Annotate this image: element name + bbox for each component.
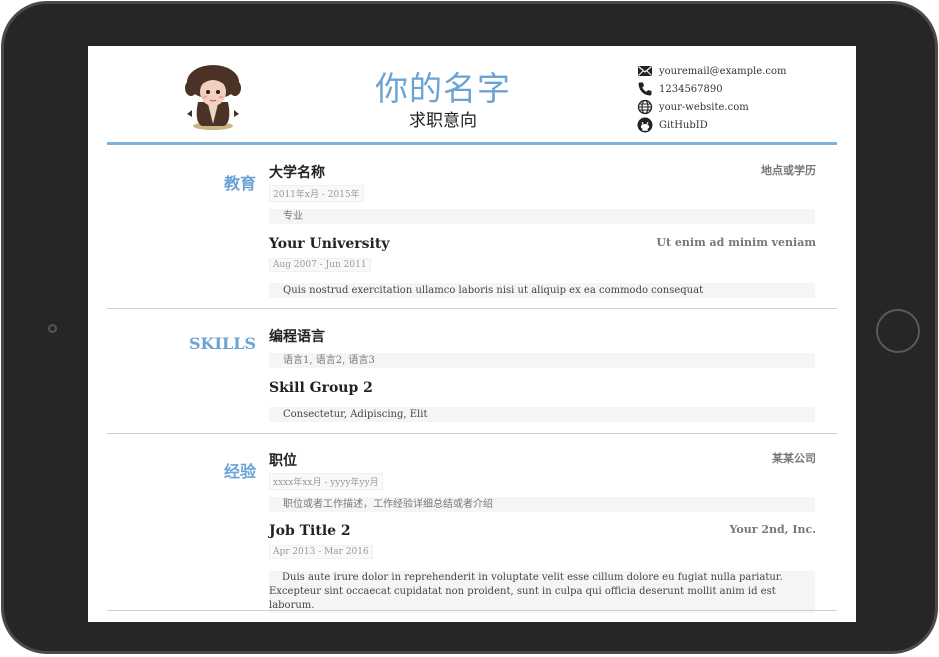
education-entry-date: Aug 2007 - Jun 2011 — [269, 258, 371, 272]
education-entry-title: 大学名称 — [269, 165, 325, 181]
skills-entry-title: 编程语言 — [269, 329, 325, 345]
envelope-icon — [638, 66, 652, 76]
education-entry-desc: Quis nostrud exercitation ullamco labori… — [269, 283, 815, 298]
contact-email-text: youremail@example.com — [659, 65, 787, 77]
job-objective: 求职意向 — [409, 111, 477, 131]
contact-phone-text: 1234567890 — [659, 83, 723, 95]
phone-icon — [638, 82, 652, 96]
contact-list: youremail@example.com 1234567890 your-we… — [637, 62, 786, 134]
section-divider — [107, 308, 837, 309]
skills-entry-desc: Consectetur, Adipiscing, Elit — [269, 407, 815, 422]
contact-website[interactable]: your-website.com — [637, 98, 786, 116]
header-divider — [107, 142, 837, 145]
experience-entry-desc: 职位或者工作描述，工作经验详细总结或者介绍 — [269, 497, 815, 512]
education-entry-title: Your University — [269, 236, 390, 252]
education-entry-desc: 专业 — [269, 209, 815, 224]
section-divider — [107, 610, 837, 611]
contact-website-text: your-website.com — [659, 101, 749, 113]
contact-github-text: GitHubID — [659, 119, 708, 131]
section-divider — [107, 433, 837, 434]
skills-entry-desc: 语言1, 语言2, 语言3 — [269, 353, 815, 368]
skills-entry-title: Skill Group 2 — [269, 380, 373, 396]
experience-entry-desc: Duis aute irure dolor in reprehenderit i… — [269, 571, 815, 613]
contact-email[interactable]: youremail@example.com — [637, 62, 786, 80]
globe-icon — [637, 99, 653, 115]
experience-entry-title: Job Title 2 — [269, 523, 351, 539]
experience-entry-date: xxxx年xx月 - yyyy年yy月 — [269, 473, 383, 490]
experience-entry-company: 某某公司 — [772, 452, 816, 465]
resume-page: 你的名字 求职意向 youremail@example.com 12345678… — [88, 46, 856, 622]
github-icon — [637, 117, 653, 133]
contact-github[interactable]: GitHubID — [637, 116, 786, 134]
experience-entry-date: Apr 2013 - Mar 2016 — [269, 545, 373, 559]
avatar — [185, 65, 241, 130]
section-title-experience: 经验 — [223, 462, 256, 481]
section-title-education: 教育 — [223, 174, 256, 193]
education-entry-location: 地点或学历 — [761, 164, 816, 177]
education-entry-date: 2011年x月 - 2015年 — [269, 185, 364, 202]
tablet-frame: 你的名字 求职意向 youremail@example.com 12345678… — [1, 1, 938, 654]
section-title-skills: SKILLS — [189, 334, 256, 353]
experience-entry-company: Your 2nd, Inc. — [729, 523, 816, 536]
candidate-name: 你的名字 — [375, 69, 511, 108]
education-entry-location: Ut enim ad minim veniam — [656, 236, 816, 249]
contact-phone[interactable]: 1234567890 — [637, 80, 786, 98]
home-button[interactable] — [876, 309, 920, 353]
experience-entry-title: 职位 — [269, 453, 297, 469]
camera-lens — [48, 324, 57, 333]
